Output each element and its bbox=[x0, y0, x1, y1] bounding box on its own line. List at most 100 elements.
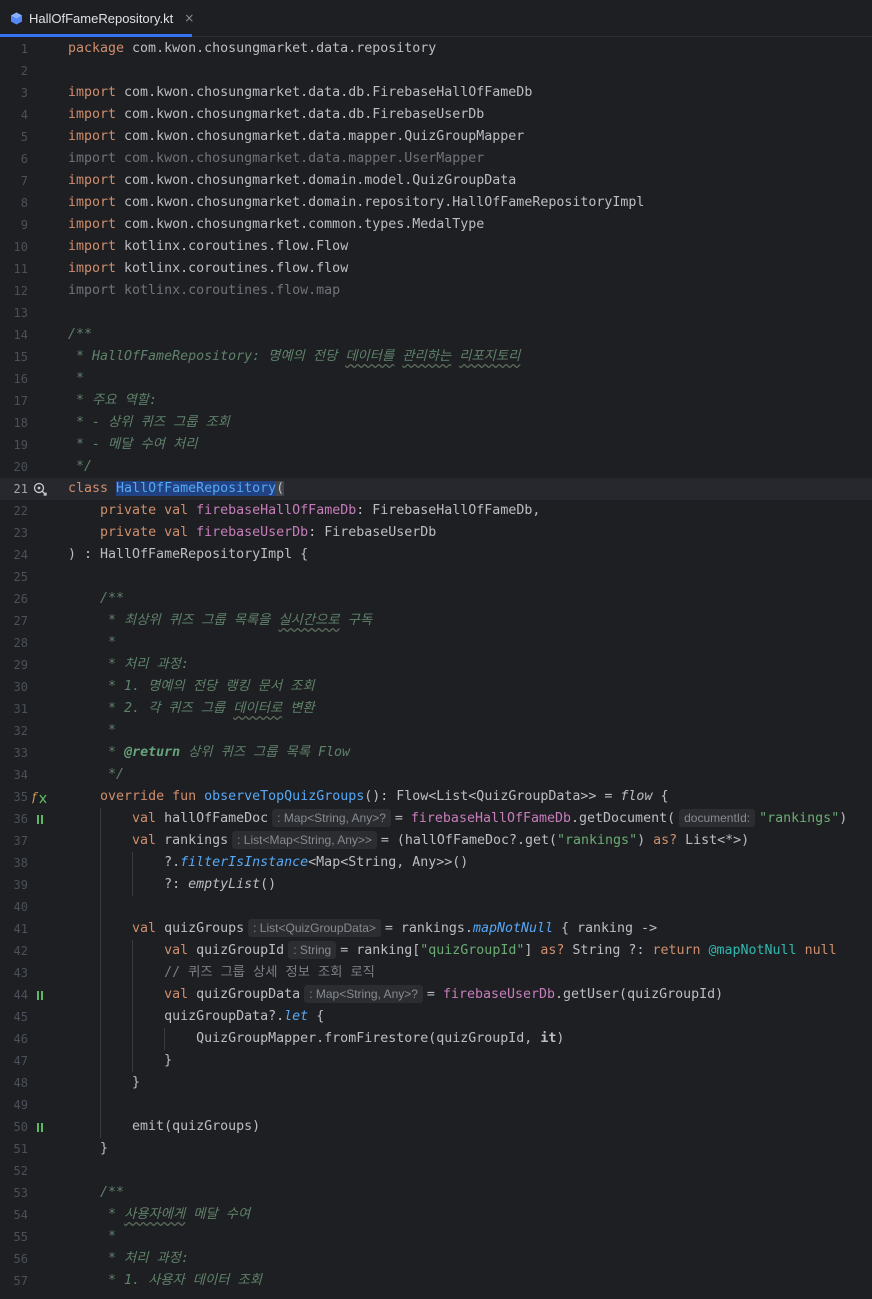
code-text[interactable]: import com.kwon.chosungmarket.data.db.Fi… bbox=[68, 104, 484, 126]
code-text[interactable]: /** bbox=[68, 588, 124, 610]
line-number[interactable]: 10 bbox=[0, 236, 28, 258]
line-number[interactable]: 42 bbox=[0, 940, 28, 962]
code-text[interactable]: * bbox=[68, 1226, 116, 1248]
code-line[interactable]: 50 emit(quizGroups) bbox=[0, 1116, 872, 1138]
line-number[interactable]: 24 bbox=[0, 544, 28, 566]
code-text[interactable]: * 1. 명예의 전당 랭킹 문서 조회 bbox=[68, 676, 315, 698]
code-text[interactable]: val rankings: List<Map<String, Any>> = (h… bbox=[68, 830, 749, 852]
code-text[interactable]: private val firebaseHallOfFameDb: Fireba… bbox=[68, 500, 540, 522]
code-line[interactable]: 24 ) : HallOfFameRepositoryImpl { bbox=[0, 544, 872, 566]
code-text[interactable]: /** bbox=[68, 1182, 124, 1204]
line-number[interactable]: 57 bbox=[0, 1270, 28, 1292]
code-line[interactable]: 6 import com.kwon.chosungmarket.data.mapp… bbox=[0, 148, 872, 170]
line-number[interactable]: 51 bbox=[0, 1138, 28, 1160]
code-text[interactable]: * 처리 과정: bbox=[68, 654, 189, 676]
code-line[interactable]: 13 bbox=[0, 302, 872, 324]
line-number[interactable]: 36 bbox=[0, 808, 28, 830]
line-number[interactable]: 2 bbox=[0, 60, 28, 82]
line-number[interactable]: 17 bbox=[0, 390, 28, 412]
line-number[interactable]: 34 bbox=[0, 764, 28, 786]
code-text[interactable]: } bbox=[68, 1072, 140, 1094]
line-number[interactable]: 5 bbox=[0, 126, 28, 148]
code-line[interactable]: 8 import com.kwon.chosungmarket.domain.re… bbox=[0, 192, 872, 214]
code-text[interactable]: val quizGroupData: Map<String, Any>? = fi… bbox=[68, 984, 723, 1006]
line-number[interactable]: 41 bbox=[0, 918, 28, 940]
line-number[interactable]: 3 bbox=[0, 82, 28, 104]
code-text[interactable]: * 2. 각 퀴즈 그룹 데이터로 변환 bbox=[68, 698, 315, 720]
line-number[interactable]: 16 bbox=[0, 368, 28, 390]
code-text[interactable]: ?: emptyList() bbox=[68, 874, 276, 896]
suspend-call-icon[interactable] bbox=[30, 984, 50, 1006]
code-text[interactable]: * bbox=[68, 720, 116, 742]
line-number[interactable]: 1 bbox=[0, 38, 28, 60]
code-text[interactable]: * - 상위 퀴즈 그룹 조회 bbox=[68, 412, 230, 434]
line-number[interactable]: 47 bbox=[0, 1050, 28, 1072]
code-text[interactable]: val quizGroups: List<QuizGroupData> = ran… bbox=[68, 918, 657, 940]
code-line[interactable]: 52 bbox=[0, 1160, 872, 1182]
code-line[interactable]: 7 import com.kwon.chosungmarket.domain.mo… bbox=[0, 170, 872, 192]
suspend-call-icon[interactable] bbox=[30, 1116, 50, 1138]
line-number[interactable]: 21 bbox=[0, 478, 28, 500]
code-line[interactable]: 42 val quizGroupId: String = ranking["qui… bbox=[0, 940, 872, 962]
line-number[interactable]: 9 bbox=[0, 214, 28, 236]
code-text[interactable]: class HallOfFameRepository( bbox=[68, 478, 285, 500]
line-number[interactable]: 56 bbox=[0, 1248, 28, 1270]
code-text[interactable]: * 최상위 퀴즈 그룹 목록을 실시간으로 구독 bbox=[68, 610, 372, 632]
code-text[interactable]: import com.kwon.chosungmarket.domain.mod… bbox=[68, 170, 516, 192]
code-line[interactable]: 56 * 처리 과정: bbox=[0, 1248, 872, 1270]
line-number[interactable]: 7 bbox=[0, 170, 28, 192]
code-text[interactable]: * 주요 역할: bbox=[68, 390, 157, 412]
line-number[interactable]: 43 bbox=[0, 962, 28, 984]
code-text[interactable]: import com.kwon.chosungmarket.domain.rep… bbox=[68, 192, 644, 214]
code-line[interactable]: 19 * - 메달 수여 처리 bbox=[0, 434, 872, 456]
code-line[interactable]: 3 import com.kwon.chosungmarket.data.db.F… bbox=[0, 82, 872, 104]
line-number[interactable]: 20 bbox=[0, 456, 28, 478]
code-line[interactable]: 26 /** bbox=[0, 588, 872, 610]
suspend-call-icon[interactable] bbox=[30, 808, 50, 830]
code-text[interactable]: quizGroupData?.let { bbox=[68, 1006, 324, 1028]
code-line[interactable]: 55 * bbox=[0, 1226, 872, 1248]
code-text[interactable]: */ bbox=[68, 456, 92, 478]
code-line[interactable]: 53 /** bbox=[0, 1182, 872, 1204]
code-line[interactable]: 37 val rankings: List<Map<String, Any>> =… bbox=[0, 830, 872, 852]
line-number[interactable]: 53 bbox=[0, 1182, 28, 1204]
code-line[interactable]: 18 * - 상위 퀴즈 그룹 조회 bbox=[0, 412, 872, 434]
code-line[interactable]: 5 import com.kwon.chosungmarket.data.mapp… bbox=[0, 126, 872, 148]
code-line[interactable]: 44 val quizGroupData: Map<String, Any>? =… bbox=[0, 984, 872, 1006]
code-text[interactable]: * @return 상위 퀴즈 그룹 목록 Flow bbox=[68, 742, 350, 764]
code-line[interactable]: 41 val quizGroups: List<QuizGroupData> = … bbox=[0, 918, 872, 940]
line-number[interactable]: 37 bbox=[0, 830, 28, 852]
line-number[interactable]: 50 bbox=[0, 1116, 28, 1138]
line-number[interactable]: 12 bbox=[0, 280, 28, 302]
line-number[interactable]: 31 bbox=[0, 698, 28, 720]
code-line[interactable]: 12 import kotlinx.coroutines.flow.map bbox=[0, 280, 872, 302]
line-number[interactable]: 8 bbox=[0, 192, 28, 214]
code-text[interactable]: val hallOfFameDoc: Map<String, Any>? = fi… bbox=[68, 808, 847, 830]
tab-hall-of-fame-repository[interactable]: HallOfFameRepository.kt × bbox=[0, 0, 194, 37]
code-line[interactable]: 10 import kotlinx.coroutines.flow.Flow bbox=[0, 236, 872, 258]
code-text[interactable]: import com.kwon.chosungmarket.common.typ… bbox=[68, 214, 484, 236]
code-line[interactable]: 20 */ bbox=[0, 456, 872, 478]
code-line[interactable]: 49 bbox=[0, 1094, 872, 1116]
line-number[interactable]: 35 bbox=[0, 786, 28, 808]
code-line[interactable]: 16 * bbox=[0, 368, 872, 390]
code-line[interactable]: 4 import com.kwon.chosungmarket.data.db.F… bbox=[0, 104, 872, 126]
override-suspend-icon[interactable]: f bbox=[30, 786, 50, 808]
code-text[interactable]: override fun observeTopQuizGroups(): Flo… bbox=[68, 786, 668, 808]
code-text[interactable]: ?.filterIsInstance<Map<String, Any>>() bbox=[68, 852, 468, 874]
line-number[interactable]: 19 bbox=[0, 434, 28, 456]
line-number[interactable]: 48 bbox=[0, 1072, 28, 1094]
code-line[interactable]: 33 * @return 상위 퀴즈 그룹 목록 Flow bbox=[0, 742, 872, 764]
code-line[interactable]: 22 private val firebaseHallOfFameDb: Fir… bbox=[0, 500, 872, 522]
code-editor[interactable]: 1 package com.kwon.chosungmarket.data.rep… bbox=[0, 38, 872, 1299]
code-line[interactable]: 25 bbox=[0, 566, 872, 588]
line-number[interactable]: 46 bbox=[0, 1028, 28, 1050]
code-line[interactable]: 17 * 주요 역할: bbox=[0, 390, 872, 412]
code-text[interactable]: * - 메달 수여 처리 bbox=[68, 434, 197, 456]
code-line[interactable]: 9 import com.kwon.chosungmarket.common.ty… bbox=[0, 214, 872, 236]
code-line[interactable]: 29 * 처리 과정: bbox=[0, 654, 872, 676]
code-line[interactable]: 47 } bbox=[0, 1050, 872, 1072]
line-number[interactable]: 52 bbox=[0, 1160, 28, 1182]
code-text[interactable]: ) : HallOfFameRepositoryImpl { bbox=[68, 544, 308, 566]
code-line[interactable]: 23 private val firebaseUserDb: FirebaseU… bbox=[0, 522, 872, 544]
